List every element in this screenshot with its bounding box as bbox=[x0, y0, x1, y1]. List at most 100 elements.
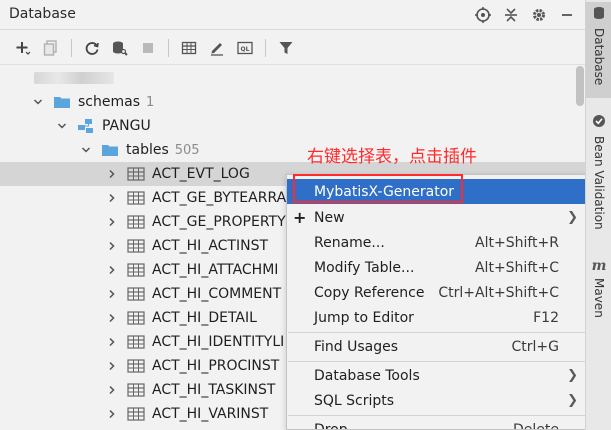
toolbar-separator bbox=[265, 38, 266, 57]
menu-item-shortcut: Ctrl+Alt+Shift+C bbox=[438, 284, 559, 301]
menu-item-label: Jump to Editor bbox=[314, 309, 414, 326]
menu-item-rename[interactable]: Rename... Alt+Shift+R bbox=[287, 230, 585, 255]
panel-header: Database bbox=[0, 0, 585, 30]
table-name: ACT_HI_TASKINST bbox=[152, 382, 276, 398]
expand-arrow-icon[interactable] bbox=[78, 142, 94, 158]
collapsed-arrow-icon[interactable] bbox=[104, 310, 120, 326]
menu-item-shortcut: Alt+Shift+C bbox=[474, 259, 559, 276]
menu-item-label: Rename... bbox=[314, 234, 385, 251]
table-icon bbox=[126, 190, 146, 206]
expand-arrow-icon[interactable] bbox=[30, 94, 46, 110]
panel-title: Database bbox=[9, 6, 76, 22]
table-icon bbox=[126, 286, 146, 302]
table-name: ACT_GE_PROPERTY bbox=[152, 214, 286, 230]
edit-icon[interactable] bbox=[204, 35, 230, 61]
filter-icon[interactable] bbox=[273, 35, 299, 61]
tree-row-tables[interactable]: tables 505 bbox=[0, 138, 585, 162]
menu-item-label: SQL Scripts bbox=[314, 392, 395, 409]
menu-item-label: Find Usages bbox=[314, 338, 399, 355]
schema-icon bbox=[76, 118, 96, 134]
maven-icon: m bbox=[591, 258, 607, 274]
menu-item-label: New bbox=[314, 209, 345, 226]
menu-separator bbox=[288, 415, 585, 416]
collapsed-arrow-icon[interactable] bbox=[104, 214, 120, 230]
schemas-label: schemas bbox=[78, 94, 140, 110]
tables-label: tables bbox=[126, 142, 169, 158]
side-tab-bean-validation[interactable]: Bean Validation bbox=[586, 110, 611, 250]
side-tab-label: Database bbox=[592, 28, 606, 86]
menu-item-modify-table[interactable]: Modify Table... Alt+Shift+C bbox=[287, 255, 585, 280]
collapsed-arrow-icon[interactable] bbox=[104, 166, 120, 182]
database-panel: Database QL schemas 1 PANGU tables 505 A… bbox=[0, 0, 585, 430]
add-icon[interactable] bbox=[10, 35, 36, 61]
table-name: ACT_HI_IDENTITYLI bbox=[152, 334, 285, 350]
side-tab-label: Bean Validation bbox=[592, 136, 606, 230]
collapsed-arrow-icon[interactable] bbox=[104, 286, 120, 302]
crosshair-icon[interactable] bbox=[471, 3, 495, 27]
table-view-icon[interactable] bbox=[176, 35, 202, 61]
annotation-text: 右键选择表，点击插件 bbox=[307, 147, 477, 167]
menu-item-label: Drop bbox=[314, 421, 348, 430]
menu-item-shortcut: Ctrl+G bbox=[511, 338, 560, 355]
stop-icon[interactable] bbox=[135, 35, 161, 61]
menu-item-copy-reference[interactable]: Copy Reference Ctrl+Alt+Shift+C bbox=[287, 280, 585, 305]
collapsed-arrow-icon[interactable] bbox=[104, 190, 120, 206]
tree-row-connection[interactable] bbox=[0, 66, 585, 90]
panel-header-tools bbox=[471, 3, 579, 27]
table-icon bbox=[126, 166, 146, 182]
menu-item-drop[interactable]: Drop Delete bbox=[287, 417, 585, 430]
submenu-arrow-icon: ❯ bbox=[567, 210, 578, 225]
table-name: ACT_HI_ATTACHMI bbox=[152, 262, 279, 278]
side-tab-database[interactable]: Database bbox=[586, 2, 611, 98]
bean-validation-icon bbox=[592, 114, 606, 132]
gear-icon[interactable] bbox=[527, 3, 551, 27]
folder-icon bbox=[52, 94, 72, 110]
side-tab-maven[interactable]: m Maven bbox=[586, 256, 611, 322]
table-icon bbox=[126, 406, 146, 422]
menu-item-database-tools[interactable]: Database Tools ❯ bbox=[287, 363, 585, 388]
collapsed-arrow-icon[interactable] bbox=[104, 358, 120, 374]
menu-item-jump-to-editor[interactable]: Jump to Editor F12 bbox=[287, 305, 585, 330]
tree-row-schemas[interactable]: schemas 1 bbox=[0, 90, 585, 114]
menu-item-label: Copy Reference bbox=[314, 284, 425, 301]
annotation-highlight-box bbox=[293, 174, 463, 203]
toolbar-separator bbox=[71, 38, 72, 57]
tables-count: 505 bbox=[174, 142, 200, 158]
database-icon bbox=[593, 6, 605, 24]
minimize-icon[interactable] bbox=[555, 3, 579, 27]
tree-row-schema[interactable]: PANGU bbox=[0, 114, 585, 138]
table-icon bbox=[126, 262, 146, 278]
table-name: ACT_EVT_LOG bbox=[152, 166, 250, 182]
collapsed-arrow-icon[interactable] bbox=[104, 262, 120, 278]
duplicate-icon[interactable] bbox=[38, 35, 64, 61]
table-name: ACT_GE_BYTEARRA bbox=[152, 190, 287, 206]
menu-item-find-usages[interactable]: Find Usages Ctrl+G bbox=[287, 334, 585, 359]
collapsed-arrow-icon[interactable] bbox=[104, 334, 120, 350]
right-tool-strip: Database Bean Validation m Maven bbox=[585, 0, 611, 430]
side-tab-label: Maven bbox=[592, 278, 606, 318]
table-icon bbox=[126, 214, 146, 230]
blurred-connection-name bbox=[34, 72, 114, 84]
menu-item-new[interactable]: + New ❯ bbox=[287, 205, 585, 230]
collapse-icon[interactable] bbox=[499, 3, 523, 27]
collapsed-arrow-icon[interactable] bbox=[104, 406, 120, 422]
collapsed-arrow-icon[interactable] bbox=[104, 382, 120, 398]
tree-scrollbar[interactable] bbox=[576, 66, 584, 106]
plus-icon: + bbox=[293, 208, 307, 227]
table-name: ACT_HI_VARINST bbox=[152, 406, 269, 422]
sql-console-icon[interactable]: QL bbox=[232, 35, 258, 61]
table-name: ACT_HI_DETAIL bbox=[152, 310, 257, 326]
collapsed-arrow-icon[interactable] bbox=[104, 238, 120, 254]
table-icon bbox=[126, 310, 146, 326]
schema-settings-icon[interactable] bbox=[107, 35, 133, 61]
schema-name: PANGU bbox=[102, 118, 151, 134]
table-icon bbox=[126, 334, 146, 350]
menu-item-shortcut: Delete bbox=[513, 421, 559, 430]
table-icon bbox=[126, 238, 146, 254]
expand-arrow-icon[interactable] bbox=[54, 118, 70, 134]
folder-icon bbox=[100, 142, 120, 158]
menu-item-sql-scripts[interactable]: SQL Scripts ❯ bbox=[287, 388, 585, 413]
database-toolbar: QL bbox=[0, 31, 585, 65]
refresh-icon[interactable] bbox=[79, 35, 105, 61]
table-name: ACT_HI_ACTINST bbox=[152, 238, 269, 254]
